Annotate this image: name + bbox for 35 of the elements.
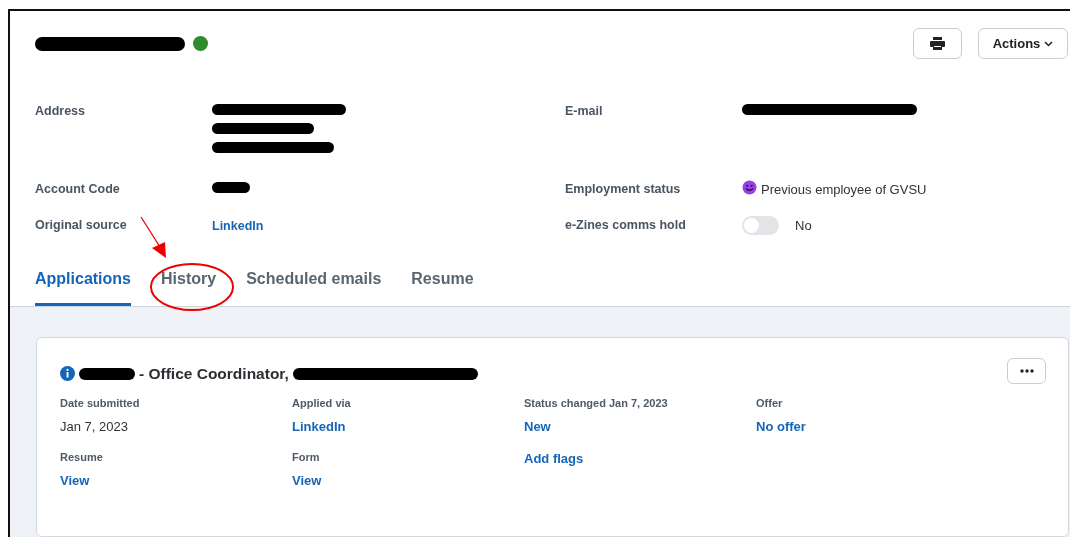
field-link[interactable]: View bbox=[292, 470, 322, 491]
actions-button[interactable]: Actions bbox=[978, 28, 1068, 59]
field-label: Offer bbox=[756, 396, 784, 412]
printer-icon bbox=[930, 37, 945, 50]
field-link[interactable]: View bbox=[60, 470, 90, 491]
field-label: Form bbox=[292, 450, 321, 466]
field-link[interactable]: No offer bbox=[756, 416, 806, 437]
redaction-mark bbox=[79, 367, 135, 380]
print-button[interactable] bbox=[913, 28, 962, 59]
ellipsis-icon bbox=[1019, 369, 1034, 373]
field-link[interactable]: LinkedIn bbox=[292, 416, 346, 437]
chevron-down-icon bbox=[1044, 40, 1054, 47]
status-text: Previous employee of GVSU bbox=[761, 181, 927, 199]
field-label: Address bbox=[35, 103, 86, 120]
field-label: e-Zines comms hold bbox=[565, 217, 686, 234]
toggle-value: No bbox=[795, 217, 812, 235]
field-label: Resume bbox=[60, 450, 104, 466]
job-title: - Office Coordinator, bbox=[139, 364, 289, 384]
tab[interactable]: Scheduled emails bbox=[246, 267, 382, 306]
field-label: Status changed Jan 7, 2023 bbox=[524, 396, 669, 412]
field-label: E-mail bbox=[565, 103, 603, 120]
info-icon bbox=[60, 366, 75, 382]
field-label: Date submitted bbox=[60, 396, 141, 412]
smiley-icon bbox=[742, 180, 757, 195]
field-label: Original source bbox=[35, 217, 127, 234]
field-label: Applied via bbox=[292, 396, 352, 412]
tab[interactable]: Resume bbox=[411, 267, 474, 306]
field-label: Employment status bbox=[565, 181, 681, 198]
field-link[interactable]: New bbox=[524, 416, 551, 437]
more-button[interactable] bbox=[1007, 358, 1046, 384]
add-flags-link[interactable]: Add flags bbox=[524, 449, 584, 469]
toggle-switch[interactable] bbox=[742, 216, 779, 235]
field-label: Account Code bbox=[35, 181, 120, 198]
source-link[interactable]: LinkedIn bbox=[212, 219, 264, 233]
field-value: Jan 7, 2023 bbox=[60, 417, 129, 436]
